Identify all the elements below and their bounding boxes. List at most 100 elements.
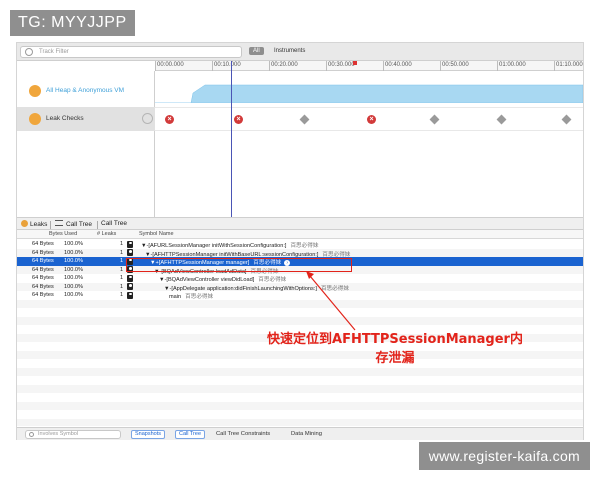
user-code-icon — [127, 291, 133, 299]
table-row[interactable]: 64 Bytes 100.0% 1 ▼-[BQAdViewController vie… — [17, 274, 583, 283]
ruler-tick — [326, 61, 327, 71]
cell-leak-count: 1 — [120, 241, 124, 247]
filter-instruments-button[interactable]: Instruments — [274, 48, 305, 54]
table-row[interactable]: 64 Bytes 100.0% 1 ▼-[AFURLSessionManager in… — [17, 240, 583, 249]
track-lanes: × × × — [155, 71, 584, 221]
ruler-tick-label: 00:20.000 — [271, 62, 298, 68]
timeline-area: 00:00.000 00:10.000 00:20.000 00:30.000 00:4… — [17, 61, 584, 221]
leak-found-icon[interactable]: × — [367, 115, 376, 124]
ruler-tick — [440, 61, 441, 71]
cell-percent: 100.0% — [64, 292, 83, 298]
ruler-tick — [212, 61, 213, 71]
empty-row — [17, 393, 583, 402]
annotation-line-2: 存泄漏 — [375, 351, 415, 366]
empty-row — [17, 401, 583, 410]
empty-row — [17, 384, 583, 393]
data-mining-button[interactable]: Data Mining — [291, 431, 322, 437]
filter-icon — [25, 48, 33, 56]
time-ruler[interactable]: 00:00.000 00:10.000 00:20.000 00:30.000 00:4… — [155, 61, 583, 71]
involves-symbol-placeholder: Involves Symbol — [38, 431, 79, 437]
heap-graph — [155, 84, 584, 104]
call-tree-icon — [55, 220, 63, 226]
leak-checks-lane[interactable]: × × × — [155, 107, 583, 131]
search-icon — [29, 432, 34, 437]
leaks-tab-label: Leaks — [30, 221, 48, 228]
ruler-tick-label: 00:00.000 — [157, 62, 184, 68]
user-code-icon — [127, 283, 133, 290]
detail-bar: Leaks Call Tree Call Tree — [17, 217, 583, 230]
cell-leak-count: 1 — [120, 283, 124, 290]
track-heap[interactable]: All Heap & Anonymous VM — [17, 79, 155, 103]
cell-bytes: 64 Bytes — [32, 266, 54, 273]
track-heap-label: All Heap & Anonymous VM — [46, 87, 125, 94]
tag-label: TG: MYYJJPP — [10, 10, 135, 36]
ruler-tick — [554, 61, 555, 71]
ruler-tick-label: 00:30.000 — [328, 62, 355, 68]
annotation-text: 快速定位到AFHTTPSessionManager内 存泄漏 — [260, 330, 530, 368]
col-bytes-used[interactable]: Bytes Used — [49, 231, 77, 237]
col-symbol-name[interactable]: Symbol Name — [139, 231, 174, 237]
screenshot-root: TG: MYYJJPP Track Filter All Instruments… — [0, 0, 600, 480]
user-code-icon — [127, 249, 133, 256]
track-leak-label: Leak Checks — [46, 115, 84, 122]
cell-leak-count: 1 — [120, 258, 124, 264]
track-list: All Heap & Anonymous VM Leak Checks — [17, 71, 155, 221]
ruler-tick — [269, 61, 270, 71]
cell-bytes: 64 Bytes — [32, 275, 54, 281]
heap-graph-lane[interactable] — [155, 79, 584, 104]
empty-row — [17, 316, 583, 325]
cell-percent: 100.0% — [64, 258, 83, 264]
ruler-tick-label: 00:50.000 — [442, 62, 469, 68]
ruler-tick-label: 01:10.000 — [556, 62, 583, 68]
call-tree-constraints-button[interactable]: Call Tree Constraints — [216, 431, 270, 437]
cell-bytes: 64 Bytes — [32, 292, 54, 298]
cell-percent: 100.0% — [64, 266, 83, 273]
cell-percent: 100.0% — [64, 249, 83, 256]
col-leaks[interactable]: # Leaks — [97, 231, 116, 237]
leaks-tab-icon — [21, 220, 28, 227]
snapshots-button[interactable]: Snapshots — [131, 430, 165, 439]
call-tree-breadcrumb[interactable]: Call Tree — [101, 220, 127, 227]
empty-row — [17, 299, 583, 308]
empty-row — [17, 410, 583, 419]
track-filter-input[interactable]: Track Filter — [20, 46, 242, 58]
no-leak-icon[interactable] — [561, 114, 572, 125]
track-options-icon[interactable] — [142, 113, 153, 124]
table-row[interactable]: 64 Bytes 100.0% 1 ▼-[AFHTTPSessionManager i… — [17, 248, 583, 258]
cell-leak-count: 1 — [120, 275, 124, 281]
table-header: Bytes Used # Leaks Symbol Name — [17, 230, 583, 239]
annotation-line-1: 快速定位到AFHTTPSessionManager内 — [267, 332, 523, 347]
watermark: www.register-kaifa.com — [418, 442, 590, 470]
empty-row — [17, 376, 583, 385]
ruler-tick-label: 00:40.000 — [385, 62, 412, 68]
table-row[interactable]: 64 Bytes 100.0% 1 main 百思必得妹 — [17, 291, 583, 300]
empty-row — [17, 308, 583, 317]
call-tree-tab-label: Call Tree — [66, 221, 93, 228]
track-leak-checks[interactable]: Leak Checks — [17, 107, 155, 131]
leaks-tab[interactable]: Leaks — [21, 220, 47, 228]
no-leak-icon[interactable] — [299, 114, 310, 125]
playhead[interactable] — [231, 61, 232, 221]
filter-all-button[interactable]: All — [249, 47, 264, 55]
involves-symbol-input[interactable]: Involves Symbol — [25, 430, 121, 439]
call-tree-button[interactable]: Call Tree — [175, 430, 206, 439]
instruments-window: Track Filter All Instruments 00:00.000 00… — [16, 42, 584, 440]
leak-found-icon[interactable]: × — [165, 115, 174, 124]
detail-bar-separator — [50, 221, 51, 229]
flag-icon[interactable] — [353, 61, 357, 65]
cell-percent: 100.0% — [64, 241, 83, 247]
ruler-tick-label: 00:10.000 — [214, 62, 241, 68]
empty-row — [17, 367, 583, 376]
cell-bytes: 64 Bytes — [32, 241, 54, 247]
leak-found-icon[interactable]: × — [234, 115, 243, 124]
no-leak-icon[interactable] — [429, 114, 440, 125]
track-filter-placeholder: Track Filter — [39, 49, 69, 55]
table-row[interactable]: 64 Bytes 100.0% 1 ▼-[AppDelegate applicatio… — [17, 282, 583, 292]
call-tree-tab[interactable]: Call Tree — [55, 220, 92, 228]
heap-graph-area — [155, 84, 584, 104]
cell-leak-count: 1 — [120, 292, 124, 298]
no-leak-icon[interactable] — [496, 114, 507, 125]
track-filter-bar: Track Filter All Instruments — [17, 43, 583, 61]
cell-bytes: 64 Bytes — [32, 249, 54, 256]
ruler-tick — [383, 61, 384, 71]
